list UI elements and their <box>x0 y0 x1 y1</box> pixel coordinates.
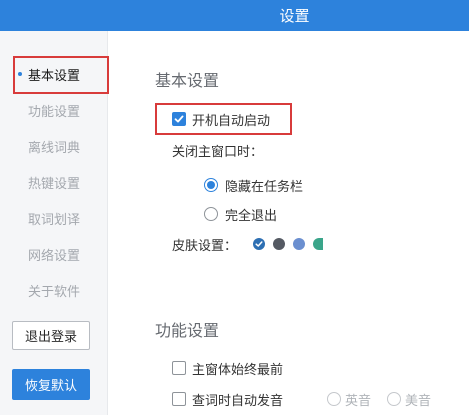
always-on-top-label: 主窗体始终最前 <box>192 362 284 378</box>
hide-to-taskbar-label: 隐藏在任务栏 <box>225 179 304 195</box>
skin-swatch-gray[interactable] <box>273 238 286 250</box>
skin-setting-row: 皮肤设置： <box>172 235 331 254</box>
always-on-top-option[interactable]: 主窗体始终最前 <box>172 359 284 378</box>
sidebar-item-label: 热键设置 <box>28 176 81 192</box>
hide-to-taskbar-radio[interactable] <box>204 178 218 192</box>
skin-swatch-light-blue[interactable] <box>293 238 306 250</box>
checkmark-icon <box>255 241 263 247</box>
always-on-top-checkbox[interactable] <box>172 361 186 375</box>
auto-speak-checkbox[interactable] <box>172 392 186 406</box>
sidebar-item-label: 功能设置 <box>28 104 81 120</box>
sidebar-item-label: 网络设置 <box>28 248 81 264</box>
window-title: 设置 <box>279 7 310 25</box>
sidebar-item-label: 关于软件 <box>28 284 81 300</box>
highlight-box-autostart <box>155 103 292 135</box>
highlight-box-nav <box>13 56 109 94</box>
sidebar-item-word-capture[interactable]: 取词划译 <box>0 208 107 228</box>
restore-defaults-button[interactable]: 恢复默认 <box>12 369 90 400</box>
skin-swatch-teal[interactable] <box>313 238 324 250</box>
section-title-basic: 基本设置 <box>155 71 220 90</box>
logout-button[interactable]: 退出登录 <box>12 321 90 350</box>
exit-completely-radio[interactable] <box>204 207 218 221</box>
close-option-hide[interactable]: 隐藏在任务栏 <box>204 176 304 195</box>
voice-option-uk[interactable]: 英音 <box>327 390 372 409</box>
us-voice-label: 美音 <box>405 393 432 409</box>
uk-voice-radio[interactable] <box>327 392 341 406</box>
title-bar: 设置 <box>0 0 469 31</box>
auto-speak-option[interactable]: 查词时自动发音 <box>172 390 284 409</box>
close-option-exit[interactable]: 完全退出 <box>204 205 278 224</box>
exit-completely-label: 完全退出 <box>225 208 278 224</box>
voice-option-us[interactable]: 美音 <box>387 390 432 409</box>
sidebar-item-network[interactable]: 网络设置 <box>0 244 107 264</box>
sidebar-item-hotkeys[interactable]: 热键设置 <box>0 172 107 192</box>
us-voice-radio[interactable] <box>387 392 401 406</box>
skin-setting-label: 皮肤设置： <box>172 238 238 254</box>
sidebar-item-features[interactable]: 功能设置 <box>0 100 107 120</box>
uk-voice-label: 英音 <box>345 393 372 409</box>
skin-swatch-blue-selected[interactable] <box>253 238 266 250</box>
close-main-label: 关闭主窗口时： <box>172 144 264 160</box>
section-title-features: 功能设置 <box>155 321 220 340</box>
sidebar-item-label: 取词划译 <box>28 212 81 228</box>
sidebar-item-about[interactable]: 关于软件 <box>0 280 107 300</box>
sidebar-item-offline-dict[interactable]: 离线词典 <box>0 136 107 156</box>
sidebar-item-label: 离线词典 <box>28 140 81 156</box>
auto-speak-label: 查词时自动发音 <box>192 393 284 409</box>
